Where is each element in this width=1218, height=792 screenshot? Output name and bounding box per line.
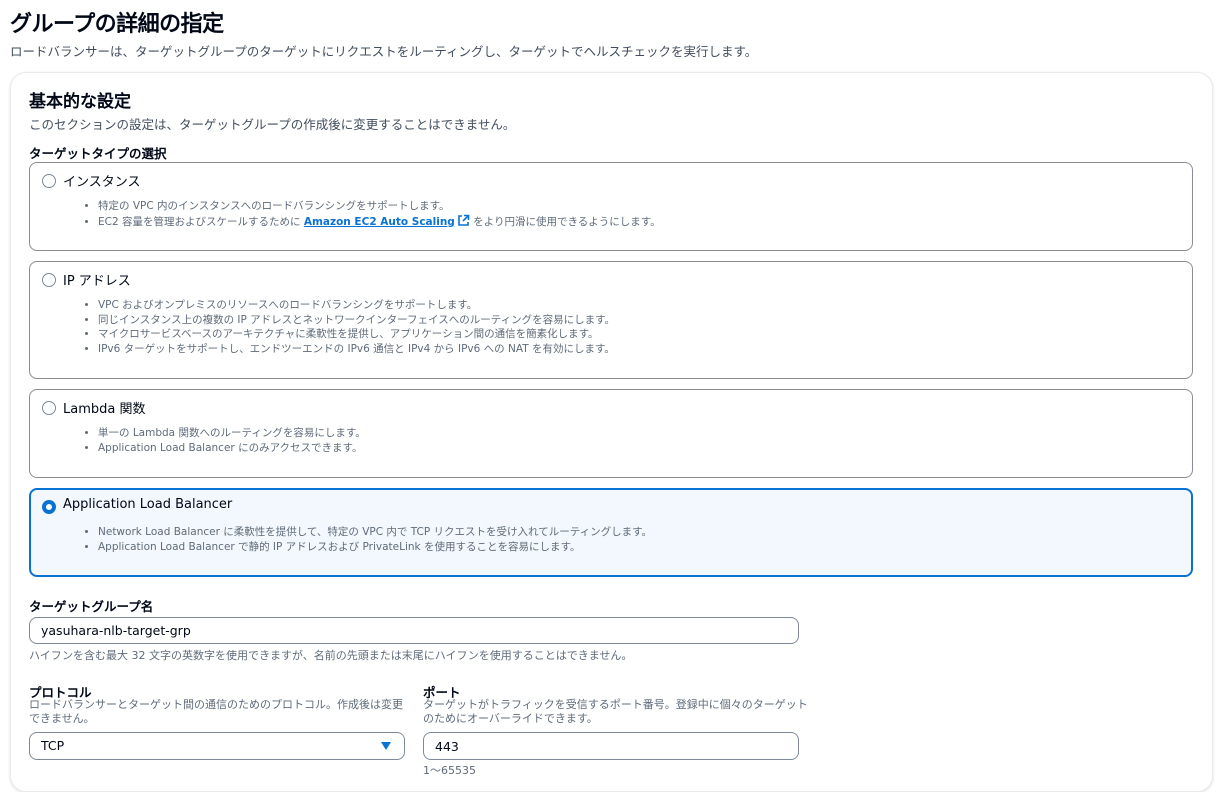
page-title: グループの詳細の指定 — [10, 12, 224, 37]
port-range-hint: 1～65535 — [423, 764, 476, 777]
target-type-instances-tile[interactable]: インスタンス 特定の VPC 内のインスタンスへのロードバランシングをサポートし… — [29, 162, 1193, 251]
link-text[interactable]: Amazon EC2 Auto Scaling — [304, 216, 455, 228]
tile-bullets: 特定の VPC 内のインスタンスへのロードバランシングをサポートします。 EC2… — [98, 199, 661, 229]
radio-lambda[interactable] — [42, 401, 56, 415]
radio-alb-selected[interactable] — [42, 500, 56, 514]
target-group-name-hint: ハイフンを含む最大 32 文字の英数字を使用できますが、名前の先頭または末尾にハ… — [29, 649, 633, 662]
radio-ip[interactable] — [42, 273, 56, 287]
target-type-label: ターゲットタイプの選択 — [29, 146, 167, 161]
caret-down-icon — [381, 742, 391, 750]
protocol-desc-line: ロードバランサーとターゲット間の通信のためのプロトコル。作成後は変更 — [29, 698, 403, 711]
bullet-text: をより円滑に使用できるようにします。 — [469, 215, 661, 228]
auto-scaling-link[interactable]: Amazon EC2 Auto Scaling — [304, 214, 470, 228]
section-description: このセクションの設定は、ターゲットグループの作成後に変更することはできません。 — [29, 117, 516, 132]
bullet-item: Network Load Balancer に柔軟性を提供して、特定の VPC … — [98, 525, 652, 540]
bullet-item: マイクロサービスベースのアーキテクチャに柔軟性を提供し、アプリケーション間の通信… — [98, 327, 615, 342]
bullet-item: Application Load Balancer で静的 IP アドレスおよび… — [98, 540, 652, 555]
bullet-item: 同じインスタンス上の複数の IP アドレスとネットワークインターフェイスへのルー… — [98, 313, 615, 328]
section-title: 基本的な設定 — [29, 92, 131, 112]
bullet-item: VPC およびオンプレミスのリソースへのロードバランシングをサポートします。 — [98, 298, 615, 313]
bullet-item: EC2 容量を管理およびスケールするために Amazon EC2 Auto Sc… — [98, 214, 661, 230]
port-desc-line: ターゲットがトラフィックを受信するポート番号。登録中に個々のターゲット — [423, 698, 808, 711]
protocol-select-value: TCP — [41, 738, 65, 753]
target-group-name-label: ターゲットグループ名 — [29, 599, 154, 614]
tile-label: Lambda 関数 — [63, 402, 146, 417]
bullet-item: Application Load Balancer にのみアクセスできます。 — [98, 441, 366, 456]
target-type-alb-tile[interactable]: Application Load Balancer Network Load B… — [29, 488, 1193, 577]
target-type-ip-tile[interactable]: IP アドレス VPC およびオンプレミスのリソースへのロードバランシングをサポ… — [29, 261, 1193, 379]
bullet-text: EC2 容量を管理およびスケールするために — [98, 215, 304, 228]
tile-label: Application Load Balancer — [63, 497, 233, 512]
target-type-lambda-tile[interactable]: Lambda 関数 単一の Lambda 関数へのルーティングを容易にします。 … — [29, 389, 1193, 478]
target-group-name-input[interactable] — [29, 617, 799, 644]
protocol-description: ロードバランサーとターゲット間の通信のためのプロトコル。作成後は変更 できません… — [29, 698, 403, 726]
port-input[interactable] — [423, 732, 799, 760]
tile-bullets: 単一の Lambda 関数へのルーティングを容易にします。 Applicatio… — [98, 426, 366, 455]
tile-label: インスタンス — [63, 175, 141, 190]
bullet-item: 特定の VPC 内のインスタンスへのロードバランシングをサポートします。 — [98, 199, 661, 214]
port-description: ターゲットがトラフィックを受信するポート番号。登録中に個々のターゲット のために… — [423, 698, 808, 726]
tile-bullets: Network Load Balancer に柔軟性を提供して、特定の VPC … — [98, 525, 652, 554]
bullet-item: IPv6 ターゲットをサポートし、エンドツーエンドの IPv6 通信と IPv4… — [98, 342, 615, 357]
bullet-item: 単一の Lambda 関数へのルーティングを容易にします。 — [98, 426, 366, 441]
tile-bullets: VPC およびオンプレミスのリソースへのロードバランシングをサポートします。 同… — [98, 298, 615, 356]
external-link-icon — [458, 214, 470, 226]
protocol-select[interactable]: TCP — [29, 732, 405, 760]
protocol-desc-line: できません。 — [29, 712, 95, 725]
tile-label: IP アドレス — [63, 274, 131, 289]
page-description: ロードバランサーは、ターゲットグループのターゲットにリクエストをルーティングし、… — [10, 44, 758, 59]
port-desc-line: のためにオーバーライドできます。 — [423, 712, 598, 725]
radio-instances[interactable] — [42, 174, 56, 188]
